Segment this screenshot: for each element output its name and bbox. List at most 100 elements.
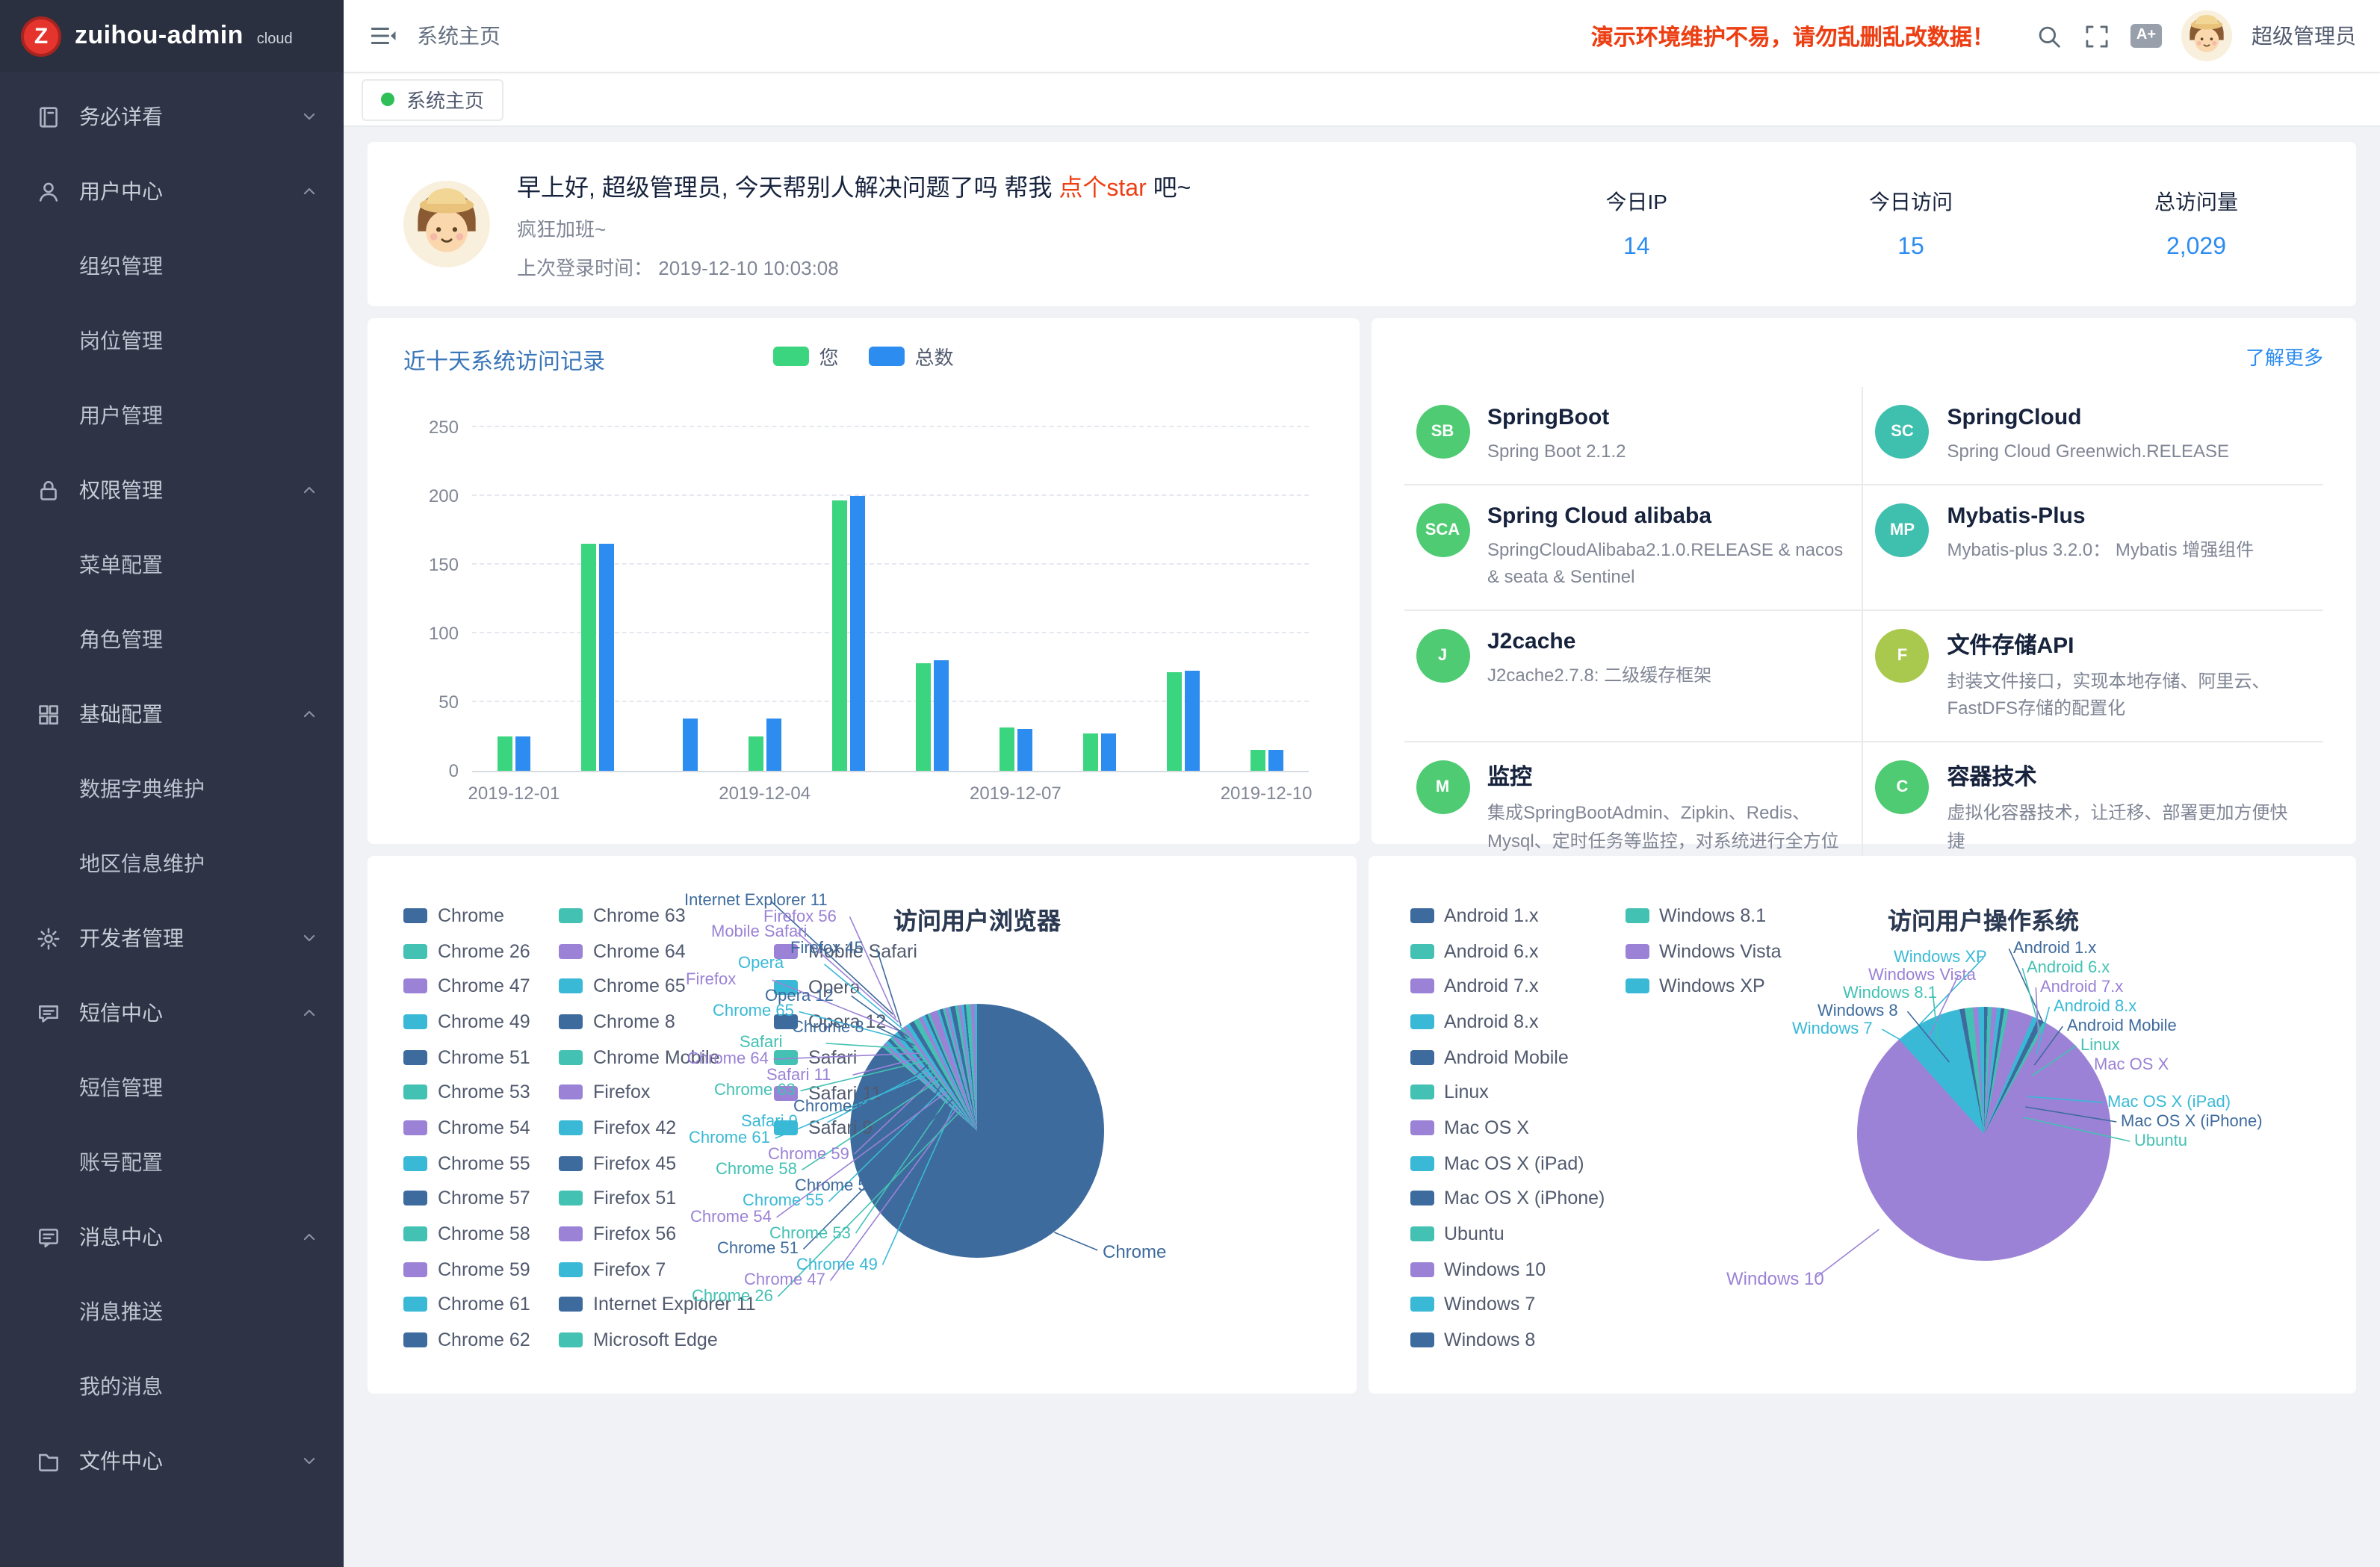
search-icon[interactable] xyxy=(2035,22,2063,50)
bar-group: 2019-12-04 xyxy=(723,427,807,771)
legend-item[interactable]: Chrome 61 xyxy=(403,1287,530,1322)
legend-item[interactable]: Chrome 49 xyxy=(403,1004,530,1039)
legend-label: Safari xyxy=(808,1047,857,1068)
legend-swatch xyxy=(1410,943,1434,958)
sidebar-item-grid[interactable]: 基础配置 xyxy=(0,677,344,751)
legend-swatch xyxy=(1410,1155,1434,1170)
legend-item[interactable]: Chrome 26 xyxy=(403,933,530,968)
legend-swatch xyxy=(1625,978,1649,993)
legend-item[interactable]: Chrome 53 xyxy=(403,1075,530,1110)
legend-item[interactable]: Android 1.x xyxy=(1410,898,1605,933)
tech-item-avatar: C xyxy=(1876,760,1930,814)
legend-label: 总数 xyxy=(915,342,954,370)
legend-item[interactable]: Chrome 59 xyxy=(403,1252,530,1287)
tab-home[interactable]: 系统主页 xyxy=(362,78,503,120)
legend-item[interactable]: Windows 7 xyxy=(1410,1287,1605,1322)
chevron-up-icon xyxy=(299,1002,320,1023)
sidebar-item-message[interactable]: 消息中心 xyxy=(0,1200,344,1274)
sidebar-subitem[interactable]: 我的消息 xyxy=(0,1349,344,1424)
pie-callout-label: Ubuntu xyxy=(2134,1132,2187,1150)
legend-item[interactable]: Windows 8 xyxy=(1410,1323,1605,1358)
legend-item[interactable]: Android Mobile xyxy=(1410,1040,1605,1075)
legend-swatch xyxy=(559,1120,583,1135)
logo-suffix: cloud xyxy=(257,31,293,47)
sidebar-subitem[interactable]: 用户管理 xyxy=(0,378,344,453)
bar-您 xyxy=(581,544,596,771)
legend-item[interactable]: Ubuntu xyxy=(1410,1216,1605,1251)
tech-item-desc: 封装文件接口，实现本地存储、阿里云、FastDFS存储的配置化 xyxy=(1947,668,2306,723)
legend-item[interactable]: Chrome 62 xyxy=(403,1323,530,1358)
legend-swatch xyxy=(559,908,583,923)
legend-item[interactable]: Windows 10 xyxy=(1410,1252,1605,1287)
legend-item[interactable]: Windows 8.1 xyxy=(1625,898,1782,933)
tech-item-title: 文件存储API xyxy=(1947,629,2306,660)
legend-item[interactable]: 总数 xyxy=(869,342,954,370)
pie-callout-label: Android 8.x xyxy=(2054,998,2136,1016)
username[interactable]: 超级管理员 xyxy=(2252,21,2356,51)
legend-label: Firefox 45 xyxy=(593,1152,676,1173)
legend-item[interactable]: Chrome 58 xyxy=(403,1216,530,1251)
sidebar-item-chat[interactable]: 短信中心 xyxy=(0,975,344,1050)
sidebar-subitem[interactable]: 短信管理 xyxy=(0,1050,344,1125)
collapse-menu-icon[interactable] xyxy=(368,21,397,51)
legend-item[interactable]: 您 xyxy=(772,342,838,370)
legend-item[interactable]: Android 6.x xyxy=(1410,933,1605,968)
sidebar-subitem[interactable]: 消息推送 xyxy=(0,1274,344,1349)
legend-item[interactable]: Windows Vista xyxy=(1625,933,1782,968)
breadcrumb: 系统主页 xyxy=(417,21,501,51)
message-icon xyxy=(36,1224,61,1250)
legend-column: ChromeChrome 26Chrome 47Chrome 49Chrome … xyxy=(403,898,530,1358)
sidebar-item-gear[interactable]: 开发者管理 xyxy=(0,901,344,975)
chevron-up-icon xyxy=(299,181,320,202)
legend-item[interactable]: Mac OS X (iPad) xyxy=(1410,1146,1605,1181)
sidebar-item-label: 短信中心 xyxy=(79,998,299,1028)
pie-callout-label: Windows 10 xyxy=(1726,1268,1824,1289)
stat-value: 15 xyxy=(1869,235,1953,261)
pie-callout-label: Mac OS X xyxy=(2094,1056,2169,1074)
sidebar-item-lock[interactable]: 权限管理 xyxy=(0,453,344,527)
bar-总数 xyxy=(850,496,865,771)
sidebar-subitem[interactable]: 组织管理 xyxy=(0,229,344,303)
legend-item[interactable]: Chrome xyxy=(403,898,530,933)
app-logo[interactable]: Z zuihou-admin cloud xyxy=(0,0,344,72)
legend-swatch xyxy=(559,1332,583,1347)
legend-item[interactable]: Android 8.x xyxy=(1410,1004,1605,1039)
sidebar-subitem[interactable]: 数据字典维护 xyxy=(0,751,344,826)
sidebar-subitem[interactable]: 地区信息维护 xyxy=(0,826,344,901)
sidebar-subitem[interactable]: 菜单配置 xyxy=(0,527,344,602)
sidebar-subitem[interactable]: 角色管理 xyxy=(0,602,344,677)
legend-item[interactable]: Chrome 51 xyxy=(403,1040,530,1075)
legend-swatch xyxy=(1410,1014,1434,1029)
bar-您 xyxy=(1250,750,1265,771)
sidebar-item-folder[interactable]: 文件中心 xyxy=(0,1424,344,1498)
tech-item-title: 监控 xyxy=(1487,760,1844,792)
tech-item-body: SpringBootSpring Boot 2.1.2 xyxy=(1487,405,1626,465)
legend-item[interactable]: Linux xyxy=(1410,1075,1605,1110)
legend-item[interactable]: Mac OS X xyxy=(1410,1110,1605,1145)
legend-item[interactable]: Windows XP xyxy=(1625,969,1782,1004)
legend-item[interactable]: Chrome 54 xyxy=(403,1110,530,1145)
legend-item[interactable]: Chrome 47 xyxy=(403,969,530,1004)
last-login-label: 上次登录时间： xyxy=(517,257,653,279)
legend-label: Chrome 61 xyxy=(438,1294,530,1315)
fullscreen-icon[interactable] xyxy=(2083,22,2111,50)
font-size-icon[interactable]: A+ xyxy=(2130,24,2162,48)
legend-item[interactable]: Chrome 55 xyxy=(403,1146,530,1181)
star-link[interactable]: 点个star xyxy=(1059,176,1146,202)
user-avatar[interactable] xyxy=(2181,10,2232,61)
tech-item: MPMybatis-PlusMybatis-plus 3.2.0： Mybati… xyxy=(1864,485,2324,610)
pie-callout-label: Chrome 58 xyxy=(716,1161,797,1179)
pie-callout-label: Mac OS X (iPad) xyxy=(2107,1093,2231,1111)
legend-item[interactable]: Android 7.x xyxy=(1410,969,1605,1004)
sidebar-subitem[interactable]: 账号配置 xyxy=(0,1125,344,1200)
sidebar-item-user[interactable]: 用户中心 xyxy=(0,154,344,229)
legend-item[interactable]: Microsoft Edge xyxy=(559,1323,756,1358)
legend-item[interactable]: Chrome 57 xyxy=(403,1181,530,1216)
bar-您 xyxy=(749,736,763,771)
sidebar-item-book[interactable]: 务必详看 xyxy=(0,79,344,154)
sidebar-subitem[interactable]: 岗位管理 xyxy=(0,303,344,378)
bar-您 xyxy=(999,727,1014,771)
legend-label: Mac OS X xyxy=(1444,1117,1529,1138)
learn-more-link[interactable]: 了解更多 xyxy=(2246,342,2323,370)
legend-item[interactable]: Mac OS X (iPhone) xyxy=(1410,1181,1605,1216)
